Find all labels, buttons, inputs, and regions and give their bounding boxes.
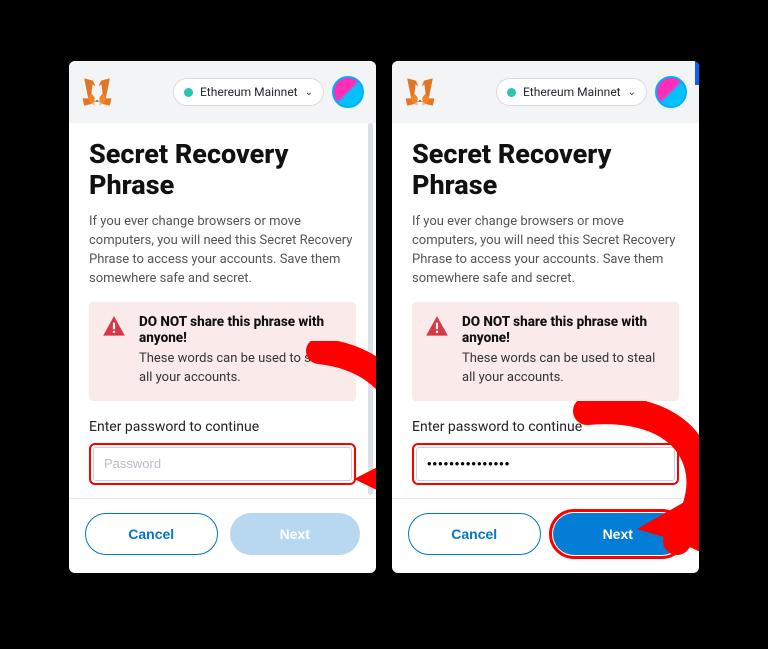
password-highlight [412,443,679,485]
app-header: Ethereum Mainnet ⌄ [69,61,376,123]
next-button-disabled: Next [230,513,361,555]
warning-banner: DO NOT share this phrase with anyone! Th… [89,302,356,400]
password-label: Enter password to continue [412,419,679,435]
cancel-button[interactable]: Cancel [408,513,541,555]
main-content: Secret Recovery Phrase If you ever chang… [392,123,699,498]
next-button[interactable]: Next [553,513,684,555]
network-name: Ethereum Mainnet [523,85,621,99]
password-label: Enter password to continue [89,419,356,435]
password-input[interactable] [93,447,352,481]
app-header: Ethereum Mainnet ⌄ [392,61,699,123]
scrollbar[interactable] [368,123,373,495]
network-status-icon [507,88,516,97]
chevron-down-icon: ⌄ [305,87,313,98]
warning-icon [101,314,127,340]
cancel-button[interactable]: Cancel [85,513,218,555]
password-input[interactable] [416,447,675,481]
chevron-down-icon: ⌄ [628,87,636,98]
footer-actions: Cancel Next [69,498,376,573]
page-description: If you ever change browsers or move comp… [89,213,356,288]
warning-title: DO NOT share this phrase with anyone! [139,314,344,346]
panel-step1: Ethereum Mainnet ⌄ Secret Recovery Phras… [69,61,376,573]
network-status-icon [184,88,193,97]
network-name: Ethereum Mainnet [200,85,298,99]
network-selector[interactable]: Ethereum Mainnet ⌄ [496,78,647,106]
password-highlight [89,443,356,485]
metamask-logo-icon [404,76,436,108]
warning-body: These words can be used to steal all you… [139,350,344,386]
page-title: Secret Recovery Phrase [89,139,356,201]
footer-actions: Cancel Next [392,498,699,573]
page-description: If you ever change browsers or move comp… [412,213,679,288]
warning-body: These words can be used to steal all you… [462,350,667,386]
account-avatar[interactable] [655,76,687,108]
warning-title: DO NOT share this phrase with anyone! [462,314,667,346]
network-selector[interactable]: Ethereum Mainnet ⌄ [173,78,324,106]
account-avatar[interactable] [332,76,364,108]
window-edge [695,61,699,85]
warning-banner: DO NOT share this phrase with anyone! Th… [412,302,679,400]
main-content: Secret Recovery Phrase If you ever chang… [69,123,376,498]
warning-icon [424,314,450,340]
panel-step2: Ethereum Mainnet ⌄ Secret Recovery Phras… [392,61,699,573]
page-title: Secret Recovery Phrase [412,139,679,201]
metamask-logo-icon [81,76,113,108]
